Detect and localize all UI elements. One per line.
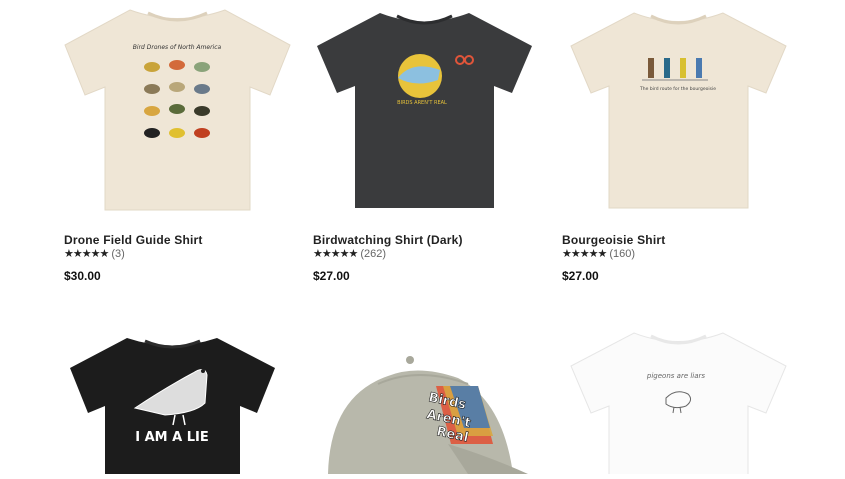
shirt-print-text: I AM A LIE	[135, 430, 208, 445]
product-image-drone-field-guide-shirt[interactable]: Bird Drones of North America	[60, 5, 295, 220]
product-price: $30.00	[64, 269, 101, 283]
review-count: (3)	[111, 247, 125, 260]
product-price: $27.00	[313, 269, 350, 283]
product-image-birds-arent-real-cap[interactable]: Birds Aren't Real	[318, 356, 533, 479]
shirt-print-text: BIRDS AREN'T REAL	[397, 100, 447, 106]
product-rating: ★★★★★ (262)	[313, 247, 386, 261]
product-image-i-am-a-lie-shirt[interactable]: I AM A LIE	[65, 333, 280, 479]
product-rating: ★★★★★ (3)	[64, 247, 125, 261]
shirt-print-text: pigeons are liars	[646, 372, 705, 380]
review-count: (262)	[360, 247, 386, 260]
product-image-bourgeoisie-shirt[interactable]: The bird route for the bourgeoisie	[566, 8, 791, 218]
star-rating-icon: ★★★★★	[562, 248, 607, 260]
product-image-white-pigeon-shirt[interactable]: pigeons are liars	[566, 328, 791, 479]
review-count: (160)	[609, 247, 635, 260]
product-title[interactable]: Birdwatching Shirt (Dark)	[313, 233, 463, 247]
shirt-print-text: The bird route for the bourgeoisie	[639, 86, 716, 92]
star-rating-icon: ★★★★★	[313, 248, 358, 260]
product-image-birdwatching-shirt-dark[interactable]: BIRDS AREN'T REAL	[312, 8, 537, 218]
product-title[interactable]: Drone Field Guide Shirt	[64, 233, 203, 247]
shirt-print-title: Bird Drones of North America	[133, 44, 222, 51]
product-rating: ★★★★★ (160)	[562, 247, 635, 261]
star-rating-icon: ★★★★★	[64, 248, 109, 260]
product-title[interactable]: Bourgeoisie Shirt	[562, 233, 665, 247]
product-price: $27.00	[562, 269, 599, 283]
